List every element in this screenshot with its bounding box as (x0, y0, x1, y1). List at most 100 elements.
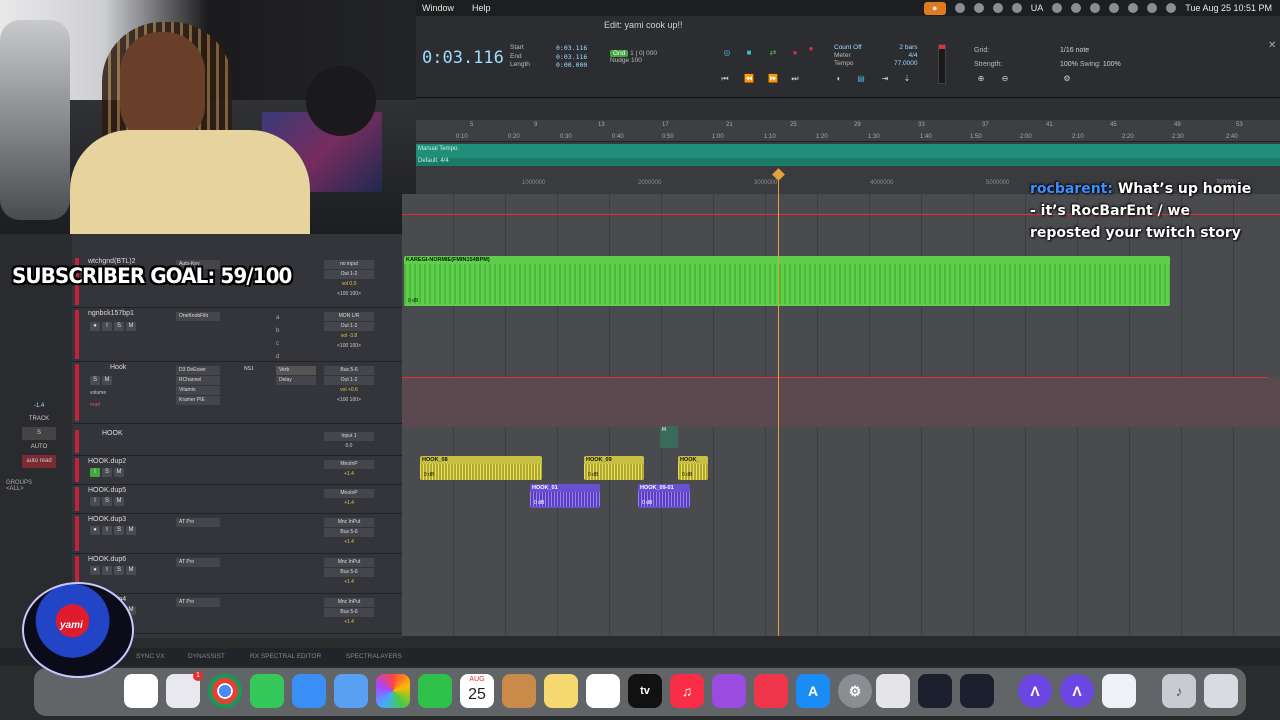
rewind-icon[interactable]: ⏪ (744, 74, 754, 84)
track-row[interactable]: HOOK.dup6 ● I S M AT Pro Mnc InPut Bus 5-6 +1… (72, 554, 402, 594)
input-language[interactable]: UA (1031, 3, 1044, 13)
mail-icon[interactable] (292, 674, 326, 708)
system-settings-icon[interactable]: ⚙ (838, 674, 872, 708)
audio-clip-hook-2[interactable]: HOOK_09 0 dB (584, 456, 644, 480)
loop-playback-icon[interactable]: ⇄ (768, 48, 778, 58)
notes-icon[interactable] (544, 674, 578, 708)
plugin-spectralayers[interactable]: SPECTRALAYERS (346, 653, 402, 660)
search-icon[interactable] (1128, 3, 1139, 13)
track-volume-readout[interactable]: -1.4 (22, 400, 56, 413)
automation-param[interactable]: volume (90, 390, 106, 396)
battery-icon[interactable] (1090, 3, 1101, 13)
mic-active-icon[interactable]: ● (923, 1, 946, 15)
music-file-icon[interactable]: ♪ (1162, 674, 1196, 708)
audio-app-icon[interactable] (960, 674, 994, 708)
grid-settings-values[interactable]: 1/16 note 100% Swing: 100% (1060, 44, 1121, 72)
tempo-meter-values[interactable]: 2 bars 4/4 77.0000 (894, 44, 918, 68)
automation-mode-select[interactable]: auto read (22, 455, 56, 468)
track-name[interactable]: HOOK.dup3 (88, 516, 126, 523)
track-buttons[interactable]: ISM (90, 497, 126, 506)
selection-values[interactable]: 0:03.116 0:03.116 0:00.000 (556, 44, 587, 70)
io-slots[interactable]: MnoInP +1.4 (324, 489, 374, 509)
track-buttons[interactable]: ●ISM (90, 566, 138, 575)
track-row[interactable]: HOOK.dup2 ISM MnoInP +1.4 (72, 456, 402, 485)
grid-nudge-box[interactable]: Grid 1 | 0| 000 Nudge 100 (610, 50, 700, 74)
automation-mode[interactable]: read (90, 402, 100, 408)
trash-icon[interactable] (1204, 674, 1238, 708)
fast-forward-icon[interactable]: ⏩ (768, 74, 778, 84)
track-row[interactable]: ngnbck157bp1 ● I S M OneKnobFiltr MON L/R Ou… (72, 308, 402, 362)
audio-clip-hook-5[interactable]: HOOK_09-01 0 dB (638, 484, 690, 508)
bars-minsec-ruler[interactable]: 0:10 0:20 0:30 0:40 0:50 1:00 1:10 1:20 … (416, 120, 1280, 142)
app-store-icon[interactable]: A (796, 674, 830, 708)
io-slots[interactable]: Mnc InPut Bus 5-6 +1.4 (324, 558, 374, 588)
audio-clip-beat[interactable]: KAREGI-NORMIE(FMIN154BPM) 0 dB (404, 256, 1170, 306)
track-name[interactable]: HOOK.dup5 (88, 487, 126, 494)
track-row[interactable]: HOOK.dup5 ISM MnoInP +1.4 (72, 485, 402, 514)
track-row[interactable]: HOOK.dup3 ● I S M AT Pro Mnc InPut Bus 5-6 +1… (72, 514, 402, 554)
maps-icon[interactable] (334, 674, 368, 708)
audio-clip-hook-1[interactable]: HOOK_08 0 dB (420, 456, 542, 480)
io-slots[interactable]: Input 1 0.0 (324, 432, 374, 452)
siri-icon[interactable] (1166, 3, 1177, 13)
control-center-icon[interactable] (1147, 3, 1158, 13)
zoom-in-icon[interactable]: ⊕ (976, 74, 986, 84)
cloud-icon[interactable] (992, 3, 1003, 13)
plugin-sync-vx[interactable]: SYNC VX (136, 653, 165, 660)
track-row[interactable]: HOOK Input 1 0.0 (72, 428, 402, 456)
news-icon[interactable] (754, 674, 788, 708)
playhead[interactable] (778, 174, 779, 636)
volume-automation-line[interactable] (402, 377, 1268, 378)
midi-merge-icon[interactable]: ▤ (856, 74, 866, 84)
meter-ruler[interactable]: Default: 4/4 (416, 158, 1280, 166)
pro-tools-icon[interactable]: Λ (1060, 674, 1094, 708)
track-buttons[interactable]: ●ISM (90, 526, 138, 535)
close-icon[interactable]: ✕ (1268, 40, 1276, 51)
menu-help[interactable]: Help (472, 3, 491, 13)
conductor-icon[interactable]: ⇣ (902, 74, 912, 84)
track-name[interactable]: HOOK.dup2 (88, 458, 126, 465)
mini-overview[interactable] (416, 98, 1280, 120)
stop-icon[interactable]: ■ (744, 48, 754, 58)
record-button-icon[interactable]: ● (790, 48, 800, 58)
grid-badge[interactable]: Grid (610, 50, 629, 57)
screen-mirror-icon[interactable] (1071, 3, 1082, 13)
io-slots[interactable]: MnoInP +1.4 (324, 460, 374, 480)
track-name[interactable]: HOOK (102, 430, 123, 437)
track-name[interactable]: ngnbck157bp1 (88, 310, 134, 317)
grid-icon[interactable] (954, 3, 965, 13)
edit-window-playlists[interactable]: KAREGI-NORMIE(FMIN154BPM) 0 dB H HOOK_08… (402, 194, 1280, 640)
settings-gear-icon[interactable]: ⚙ (1062, 74, 1072, 84)
io-slots[interactable]: Mnc InPut Bus 5-6 +1.4 (324, 518, 374, 548)
track-buttons[interactable]: SM (90, 376, 114, 385)
photos-icon[interactable] (376, 674, 410, 708)
apple-tv-icon[interactable]: tv (628, 674, 662, 708)
grid-value[interactable]: 1 | 0| 000 (630, 50, 657, 57)
insert-slots[interactable]: D3 DeEsser RChannel Vitamin Kramer PIE (176, 366, 220, 406)
wifi-sync-icon[interactable] (1011, 3, 1022, 13)
wifi-icon[interactable] (1109, 3, 1120, 13)
nudge-value[interactable]: 100 (631, 57, 642, 64)
facetime-icon[interactable] (418, 674, 452, 708)
iphone-mirroring-icon[interactable] (876, 674, 910, 708)
insert-slots[interactable]: OneKnobFiltr (176, 312, 220, 322)
count-off-info[interactable]: Count Off Meter Tempo (834, 44, 862, 68)
contacts-icon[interactable] (502, 674, 536, 708)
track-name[interactable]: Hook (110, 364, 126, 371)
rewind-start-icon[interactable]: ⏮ (720, 74, 730, 84)
audio-clip-hook-3[interactable]: HOOK_ 0 dB (678, 456, 708, 480)
freeform-icon[interactable] (586, 674, 620, 708)
send-slots[interactable]: Verb Delay (276, 366, 316, 386)
plugin-rx-spectral[interactable]: RX SPECTRAL EDITOR (250, 653, 321, 660)
audio-clip-hook-small[interactable]: H (660, 426, 678, 448)
shield-icon[interactable] (973, 3, 984, 13)
music-icon[interactable]: ♫ (670, 674, 704, 708)
metronome-icon[interactable]: ◐ (834, 74, 844, 84)
go-to-end-icon[interactable]: ⏭ (790, 74, 800, 84)
chrome-icon[interactable] (208, 674, 242, 708)
io-slots[interactable]: Mnc InPut Bus 5-6 +1.4 (324, 598, 374, 628)
audio-clip-hook-4[interactable]: HOOK_01 0 dB (530, 484, 600, 508)
track-name[interactable]: HOOK.dup6 (88, 556, 126, 563)
track-buttons[interactable]: ISM (90, 468, 126, 477)
podcasts-icon[interactable] (712, 674, 746, 708)
